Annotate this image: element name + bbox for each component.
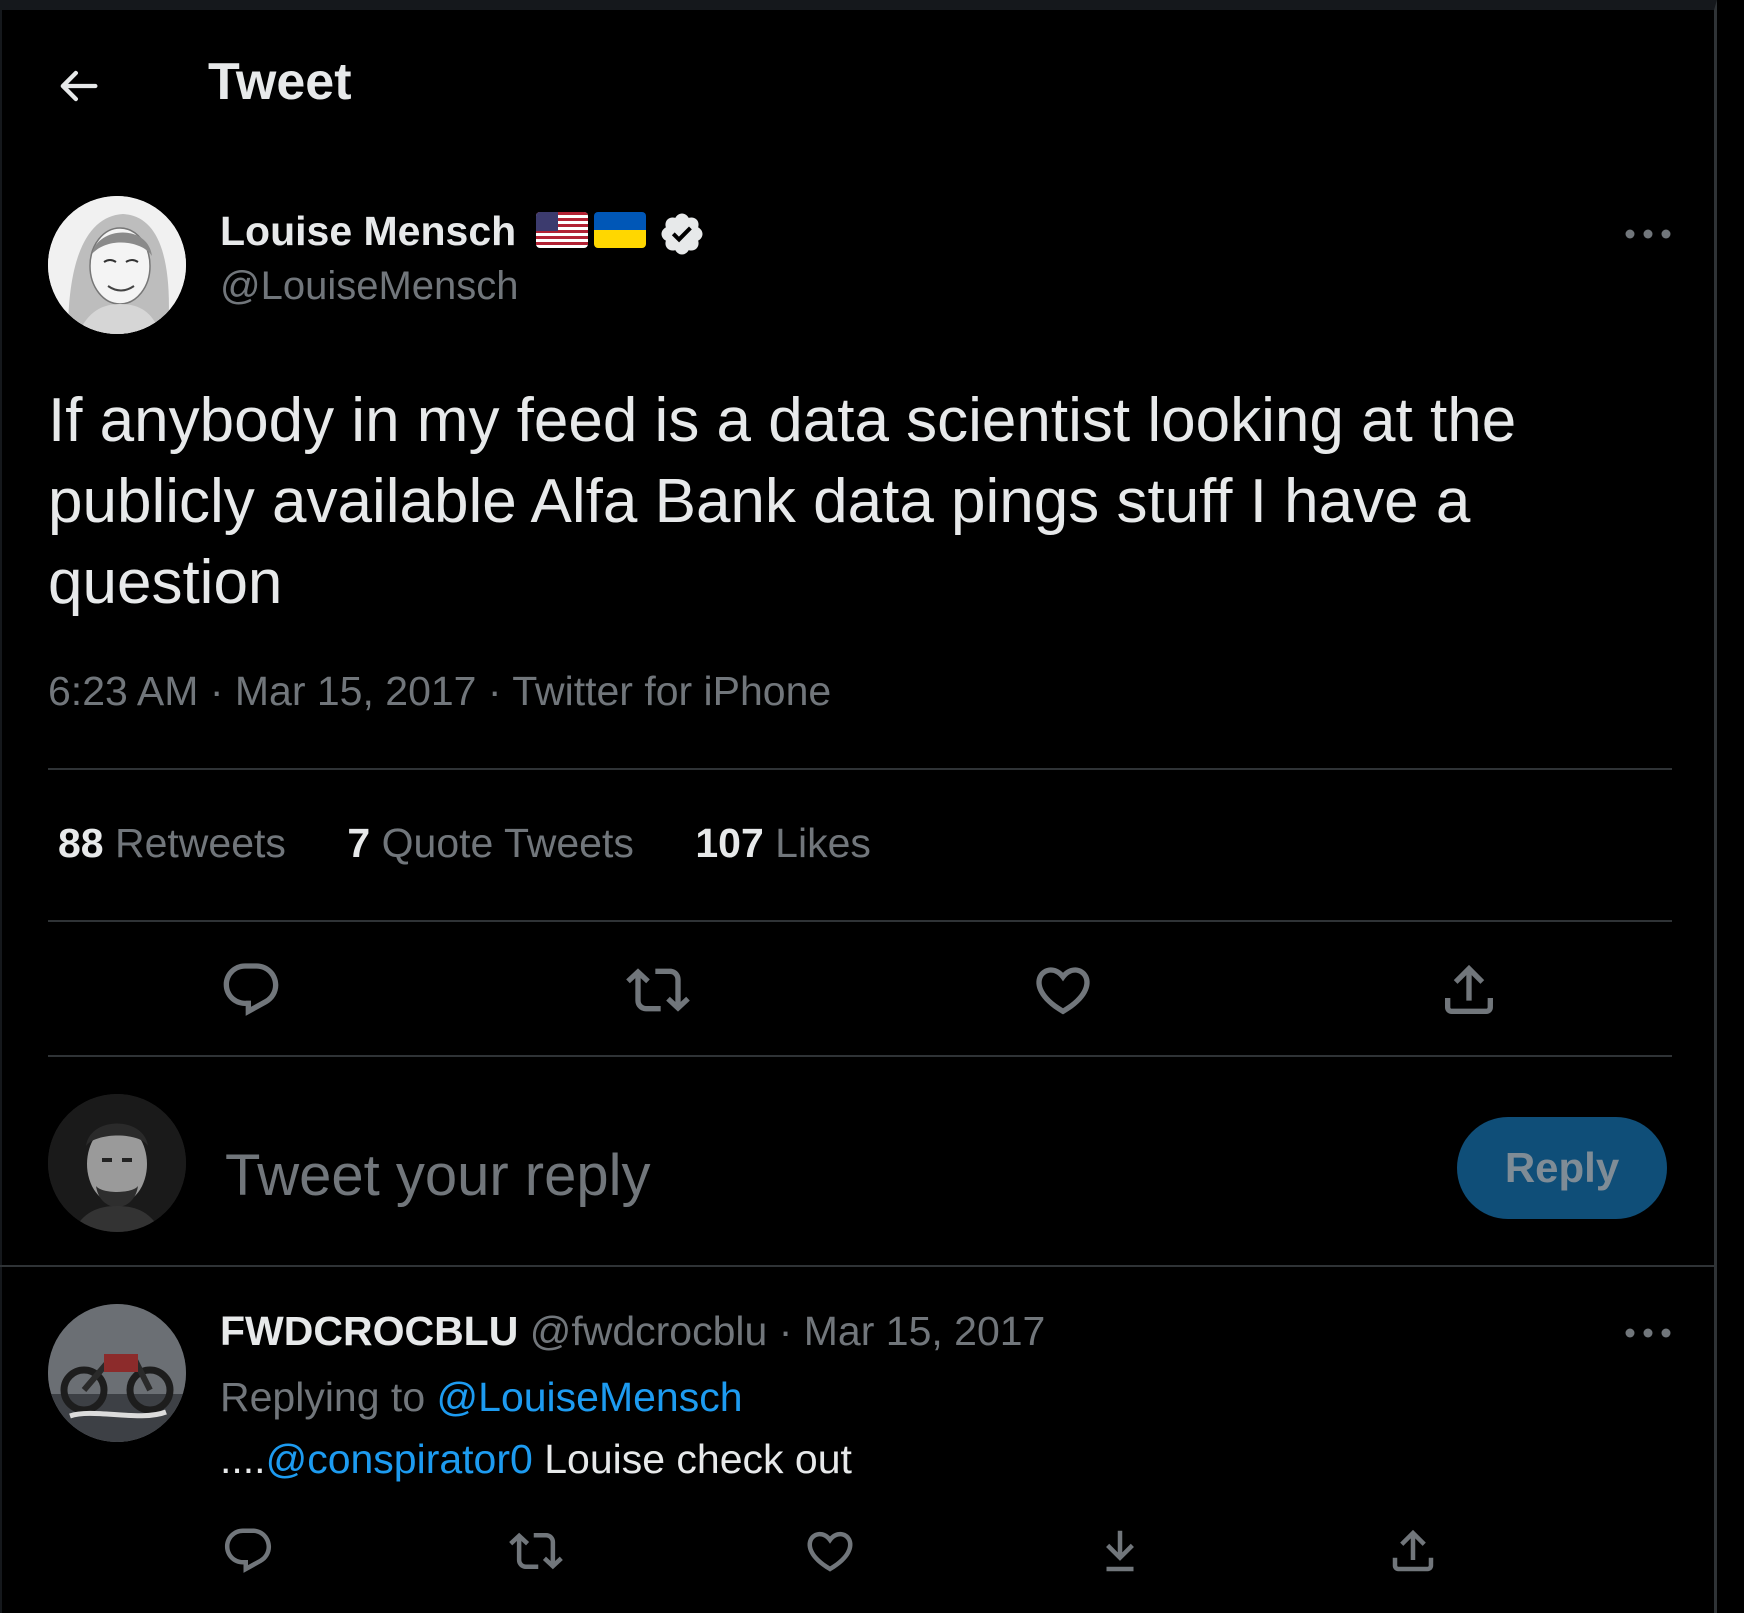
us-flag-icon bbox=[536, 212, 588, 248]
divider bbox=[48, 920, 1672, 922]
retweets-stat[interactable]: 88 Retweets bbox=[58, 820, 286, 866]
quote-tweets-count: 7 bbox=[347, 820, 371, 866]
tweet-date[interactable]: Mar 15, 2017 bbox=[235, 668, 477, 714]
meta-separator: · bbox=[767, 1308, 804, 1354]
replying-to: Replying to @LouiseMensch bbox=[220, 1374, 743, 1421]
reply-button[interactable]: Reply bbox=[1457, 1117, 1667, 1219]
divider bbox=[48, 1055, 1672, 1057]
more-options-icon[interactable] bbox=[1618, 222, 1678, 246]
likes-count: 107 bbox=[695, 820, 764, 866]
ukraine-flag-icon bbox=[594, 212, 646, 248]
current-user-avatar[interactable] bbox=[48, 1094, 186, 1232]
replying-to-link[interactable]: @LouiseMensch bbox=[437, 1374, 743, 1420]
reply-header: FWDCROCBLU @fwdcrocblu · Mar 15, 2017 bbox=[220, 1308, 1045, 1355]
reply-icon[interactable] bbox=[221, 1524, 275, 1578]
reply-date[interactable]: Mar 15, 2017 bbox=[804, 1308, 1046, 1354]
reply-author-handle[interactable]: @fwdcrocblu bbox=[518, 1308, 768, 1354]
retweet-icon[interactable] bbox=[626, 958, 690, 1022]
like-icon[interactable] bbox=[1031, 958, 1095, 1022]
reply-input[interactable] bbox=[225, 1140, 1425, 1210]
verified-badge-icon bbox=[661, 213, 703, 255]
tweet-meta: 6:23 AM · Mar 15, 2017 · Twitter for iPh… bbox=[48, 668, 831, 715]
reply-author-avatar[interactable] bbox=[48, 1304, 186, 1442]
more-options-icon[interactable] bbox=[1618, 1321, 1678, 1345]
tweet-time[interactable]: 6:23 AM bbox=[48, 668, 198, 714]
likes-stat[interactable]: 107 Likes bbox=[695, 820, 871, 866]
retweets-label: Retweets bbox=[103, 820, 286, 866]
tweet-text: If anybody in my feed is a data scientis… bbox=[48, 386, 1517, 617]
page-title: Tweet bbox=[208, 53, 352, 111]
divider bbox=[0, 1265, 1717, 1267]
reply-text: ....@conspirator0 Louise check out bbox=[220, 1436, 852, 1483]
meta-separator: · bbox=[198, 668, 235, 714]
back-arrow-icon[interactable] bbox=[50, 60, 106, 112]
author-name[interactable]: Louise Mensch bbox=[220, 208, 516, 255]
meta-separator: · bbox=[476, 668, 513, 714]
quote-tweets-stat[interactable]: 7 Quote Tweets bbox=[347, 820, 633, 866]
mention-link[interactable]: @conspirator0 bbox=[266, 1436, 533, 1482]
quote-tweets-label: Quote Tweets bbox=[370, 820, 634, 866]
reply-text-prefix: .... bbox=[220, 1436, 266, 1482]
download-icon[interactable] bbox=[1093, 1524, 1147, 1578]
likes-label: Likes bbox=[763, 820, 871, 866]
retweet-icon[interactable] bbox=[509, 1524, 563, 1578]
reply-text-body: Louise check out bbox=[532, 1436, 852, 1482]
share-icon[interactable] bbox=[1437, 958, 1501, 1022]
divider bbox=[48, 768, 1672, 770]
tweet-stats: 88 Retweets 7 Quote Tweets 107 Likes bbox=[58, 820, 871, 867]
replying-prefix: Replying to bbox=[220, 1374, 437, 1420]
retweets-count: 88 bbox=[58, 820, 104, 866]
share-icon[interactable] bbox=[1386, 1524, 1440, 1578]
reply-author-name[interactable]: FWDCROCBLU bbox=[220, 1308, 518, 1354]
author-handle[interactable]: @LouiseMensch bbox=[220, 264, 519, 309]
tweet-source[interactable]: Twitter for iPhone bbox=[512, 668, 831, 714]
like-icon[interactable] bbox=[803, 1524, 857, 1578]
author-avatar[interactable] bbox=[48, 196, 186, 334]
reply-icon[interactable] bbox=[219, 958, 283, 1022]
